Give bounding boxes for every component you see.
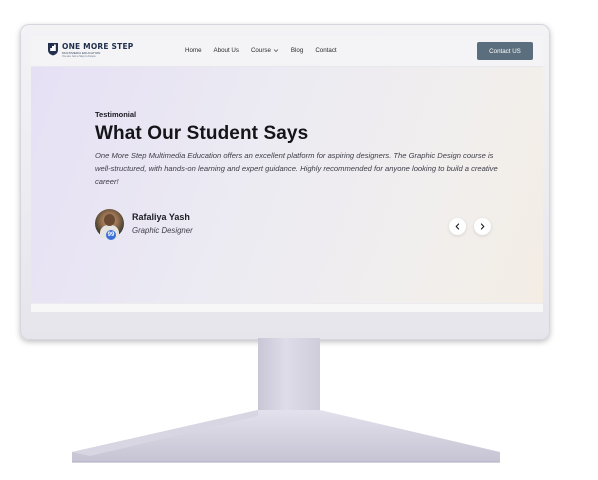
testimonial-author: 99 Rafaliya Yash Graphic Designer	[95, 209, 193, 240]
previous-testimonial-button[interactable]	[449, 218, 466, 235]
author-role: Graphic Designer	[132, 226, 193, 235]
chevron-right-icon	[480, 223, 485, 230]
website-screen: ONE MORE STEP MULTIMEDIA EDUCATION You a…	[31, 36, 543, 312]
brand-logo[interactable]: ONE MORE STEP MULTIMEDIA EDUCATION You a…	[47, 42, 133, 58]
brand-tagline: You are Just a Step to Future	[62, 55, 96, 58]
section-eyebrow: Testimonial	[95, 110, 137, 119]
monitor-stand-neck	[258, 338, 320, 414]
navbar: ONE MORE STEP MULTIMEDIA EDUCATION You a…	[31, 36, 543, 67]
shield-logo-icon	[48, 43, 58, 56]
chevron-left-icon	[455, 223, 460, 230]
contact-us-button[interactable]: Contact US	[477, 42, 533, 60]
next-section-edge	[31, 303, 543, 312]
brand-name: ONE MORE STEP	[62, 42, 134, 51]
nav-contact-link[interactable]: Contact	[315, 47, 336, 54]
nav-menu: Home About Us Course Blog Contact	[185, 47, 349, 54]
nav-home-link[interactable]: Home	[185, 47, 202, 54]
nav-about-link[interactable]: About Us	[214, 47, 239, 54]
quote-badge-icon: 99	[106, 230, 116, 240]
nav-course-label: Course	[250, 47, 271, 54]
chevron-down-icon	[273, 49, 279, 53]
nav-course-dropdown[interactable]: Course	[251, 47, 279, 54]
testimonial-quote: One More Step Multimedia Education offer…	[95, 151, 498, 187]
testimonial-section: Testimonial What Our Student Says One Mo…	[31, 67, 543, 303]
next-testimonial-button[interactable]	[474, 218, 491, 235]
author-name: Rafaliya Yash	[132, 212, 190, 222]
nav-blog-link[interactable]: Blog	[291, 47, 303, 54]
avatar: 99	[95, 209, 124, 240]
avatar-head	[104, 214, 115, 226]
section-title: What Our Student Says	[95, 123, 309, 144]
